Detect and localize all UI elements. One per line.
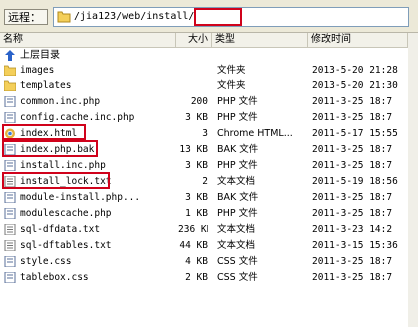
list-item[interactable]: config.cache.inc.php 3 KB PHP 文件 2011-3-… [0,110,418,125]
list-item[interactable]: tablebox.css 2 KB CSS 文件 2011-3-25 18:7 [0,270,418,285]
list-item[interactable]: images 文件夹 2013-5-20 21:28 [0,63,418,78]
column-modified-header[interactable]: 修改时间 [308,33,408,47]
file-icon [4,272,16,283]
file-icon [4,256,16,267]
column-size-header[interactable]: 大小 [176,33,212,47]
file-icon [4,192,16,203]
up-arrow-icon [5,50,15,61]
column-header: 名称 大小 类型 修改时间 [0,33,418,48]
column-name-header[interactable]: 名称 [0,33,176,47]
text-file-icon [4,240,16,251]
highlight-index-php-bak [2,140,98,157]
file-icon [4,208,16,219]
list-item[interactable]: common.inc.php 200 PHP 文件 2011-3-25 18:7 [0,94,418,109]
remote-label: 远程： [4,9,48,25]
vertical-scrollbar[interactable] [408,33,418,327]
list-item[interactable]: install.inc.php 3 KB PHP 文件 2011-3-25 18… [0,158,418,173]
list-item[interactable]: sql-dfdata.txt 236 KB 文本文档 2011-3-23 14:… [0,222,418,237]
file-icon [4,96,16,107]
list-item[interactable]: 上层目录 [0,48,418,63]
folder-icon [57,11,71,23]
list-item[interactable]: modulescache.php 1 KB PHP 文件 2011-3-25 1… [0,206,418,221]
file-icon [4,112,16,123]
path-highlight-box [194,8,242,26]
remote-path-bar: 远程： /jia123/web/install/ [0,0,418,33]
remote-path-text: /jia123/web/install/ [74,11,195,22]
file-icon [4,160,16,171]
text-file-icon [4,224,16,235]
list-item[interactable]: templates 文件夹 2013-5-20 21:30 [0,78,418,93]
list-item[interactable]: module-install.php... 3 KB BAK 文件 2011-3… [0,190,418,205]
list-item[interactable]: sql-dftables.txt 44 KB 文本文档 2011-3-15 15… [0,238,418,253]
folder-icon [4,65,16,76]
column-type-header[interactable]: 类型 [212,33,308,47]
list-item[interactable]: style.css 4 KB CSS 文件 2011-3-25 18:7 [0,254,418,269]
remote-path-input[interactable]: /jia123/web/install/ [53,7,409,27]
highlight-index-html [2,124,86,140]
folder-icon [4,80,16,91]
highlight-install-lock [2,172,110,189]
